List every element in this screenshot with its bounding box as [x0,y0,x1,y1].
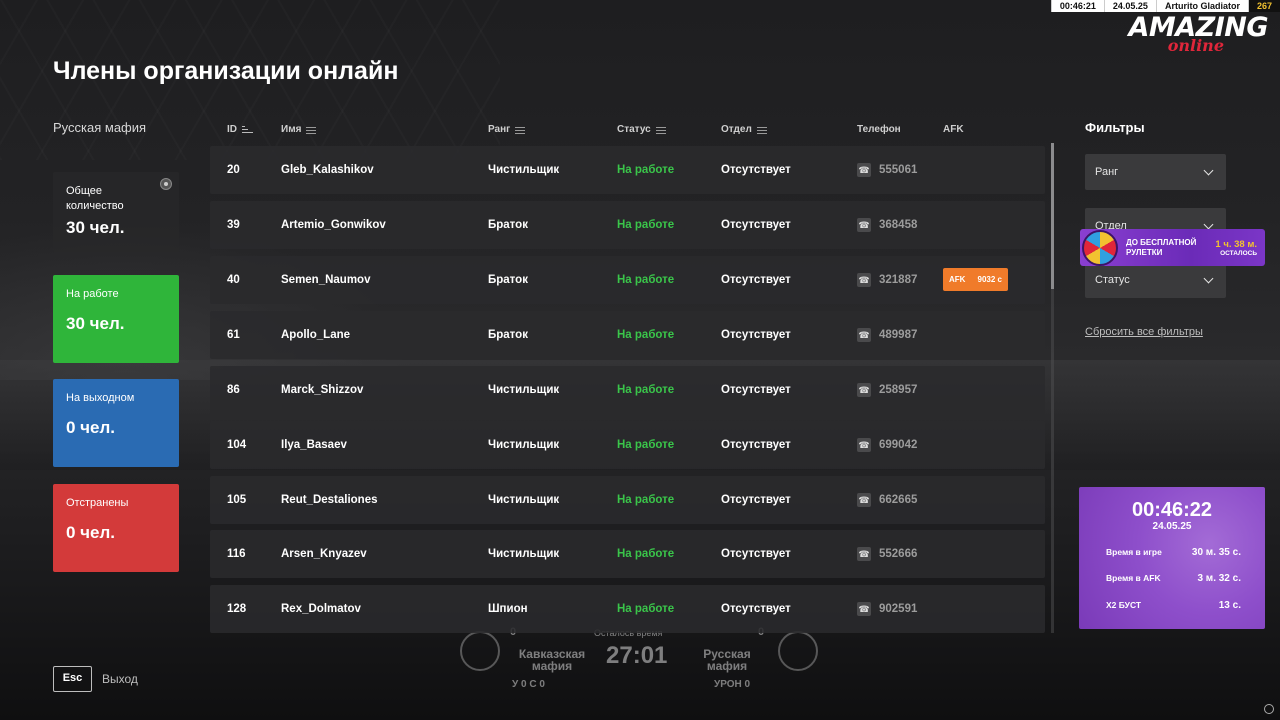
column-header-id[interactable]: ID [227,124,253,135]
phone-icon[interactable]: ☎ [857,163,871,177]
war-left-stats: У 0 С 0 [512,679,545,690]
stat-total-value: 30 чел. [66,218,125,237]
hud-level: 267 [1247,0,1280,12]
war-team-left: Кавказская мафия [518,647,586,673]
sort-icon[interactable] [655,126,666,134]
time-widget: 00:46:22 24.05.25 Время в игре 30 м. 35 с… [1079,487,1265,629]
free-roulette-banner[interactable]: ДО БЕСПЛАТНОЙ РУЛЕТКИ 1 ч. 38 м. ОСТАЛОС… [1080,229,1265,266]
stat-working-value: 30 чел. [66,314,125,333]
sort-icon[interactable] [756,126,767,134]
hud-date: 24.05.25 [1103,0,1156,12]
sort-icon[interactable] [306,126,317,134]
afk-badge: AFK 9032 с [943,268,1008,291]
phone-icon[interactable]: ☎ [857,493,871,507]
sort-icon[interactable] [515,126,526,134]
table-scrollbar[interactable] [1051,143,1054,633]
exit-label[interactable]: Выход [102,672,138,686]
table-row[interactable]: 116 Arsen_Knyazev Чистильщик На работе О… [210,530,1045,578]
stat-card-off-duty[interactable]: На выходном 0 чел. [53,379,179,467]
chevron-down-icon [1203,273,1214,284]
phone-icon[interactable]: ☎ [857,273,871,287]
column-header-dept[interactable]: Отдел [721,124,767,135]
stat-card-total: Общее количество 30 чел. [53,172,179,252]
column-header-name[interactable]: Имя [281,124,317,135]
widget-clock: 00:46:22 [1131,499,1213,521]
sort-ascending-icon[interactable] [242,125,253,134]
column-header-phone: Телефон [857,124,901,135]
table-row[interactable]: 40 Semen_Naumov Браток На работе Отсутст… [210,256,1045,304]
stat-card-suspended[interactable]: Отстранены 0 чел. [53,484,179,572]
war-score-hud: 0 Кавказская мафия Осталось время 27:01 … [460,626,820,696]
scrollbar-thumb[interactable] [1051,143,1054,289]
esc-exit-button[interactable]: Esc [53,666,92,692]
filter-rank-select[interactable]: Ранг [1085,154,1226,190]
phone-icon[interactable]: ☎ [857,438,871,452]
right-crest-icon [778,631,818,671]
info-icon[interactable] [160,178,172,190]
war-right-stats: УРОН 0 [714,679,751,690]
table-header: ID Имя Ранг Статус Отдел Телефон AFK [210,124,1045,140]
stat-off-value: 0 чел. [66,418,116,437]
table-row[interactable]: 86 Marck_Shizzov Чистильщик На работе От… [210,366,1045,414]
reset-filters-link[interactable]: Сбросить все фильтры [1085,326,1203,338]
chevron-down-icon [1203,219,1214,230]
table-row[interactable]: 20 Gleb_Kalashikov Чистильщик На работе … [210,146,1045,194]
filter-status-select[interactable]: Статус [1085,262,1226,298]
chevron-down-icon [1203,165,1214,176]
table-row[interactable]: 39 Artemio_Gonwikov Браток На работе Отс… [210,201,1045,249]
table-row[interactable]: 61 Apollo_Lane Браток На работе Отсутств… [210,311,1045,359]
table-row[interactable]: 104 Ilya_Basaev Чистильщик На работе Отс… [210,421,1045,469]
war-team-right: Русская мафия [703,647,751,673]
phone-icon[interactable]: ☎ [857,547,871,561]
phone-icon[interactable]: ☎ [857,328,871,342]
stat-suspended-value: 0 чел. [66,523,116,542]
top-hud-bar: 00:46:21 24.05.25 Arturito Gladiator 267 [1050,0,1280,12]
settings-icon[interactable] [1264,704,1274,714]
column-header-status[interactable]: Статус [617,124,666,135]
hud-player-name: Arturito Gladiator [1155,0,1248,12]
phone-icon[interactable]: ☎ [857,602,871,616]
filters-title: Фильтры [1085,120,1145,135]
phone-icon[interactable]: ☎ [857,383,871,397]
table-row[interactable]: 105 Reut_Destaliones Чистильщик На работ… [210,476,1045,524]
column-header-afk: AFK [943,124,964,135]
column-header-rank[interactable]: Ранг [488,124,526,135]
left-crest-icon [460,631,500,671]
widget-date: 24.05.25 [1152,521,1192,532]
roulette-wheel-icon [1082,229,1118,266]
war-timer: 27:01 [606,642,668,669]
hud-time: 00:46:21 [1050,0,1104,12]
amazing-online-logo: AMAZING online [1128,12,1268,56]
stat-card-working[interactable]: На работе 30 чел. [53,275,179,363]
table-row[interactable]: 128 Rex_Dolmatov Шпион На работе Отсутст… [210,585,1045,633]
page-title: Члены организации онлайн [53,57,399,85]
organization-name: Русская мафия [53,120,147,135]
phone-icon[interactable]: ☎ [857,218,871,232]
